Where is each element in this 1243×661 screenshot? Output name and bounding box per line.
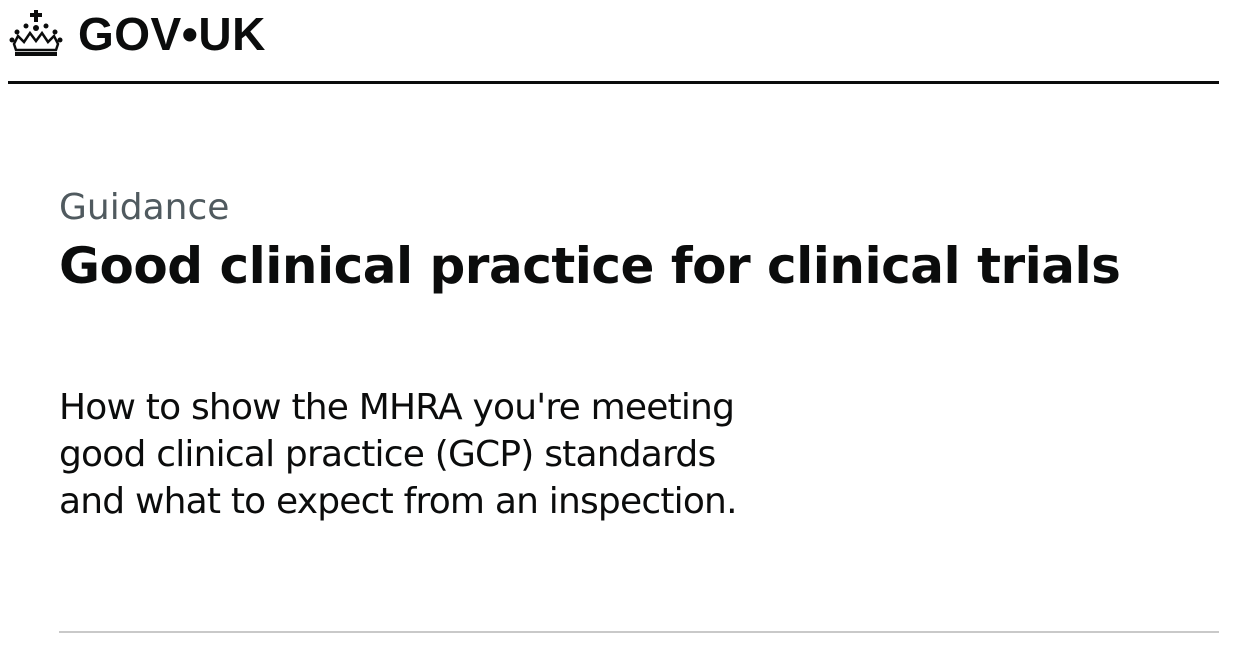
page-title: Good clinical practice for clinical tria… xyxy=(59,237,1121,295)
site-header: GOV•UK xyxy=(8,0,1219,84)
crown-icon xyxy=(9,10,63,56)
section-divider xyxy=(59,631,1219,633)
page-caption: Guidance xyxy=(59,187,230,228)
govuk-logo-link[interactable]: GOV•UK xyxy=(8,2,266,66)
page-lede: How to show the MHRA you're meeting good… xyxy=(59,387,738,522)
logo-text: GOV•UK xyxy=(78,8,266,60)
